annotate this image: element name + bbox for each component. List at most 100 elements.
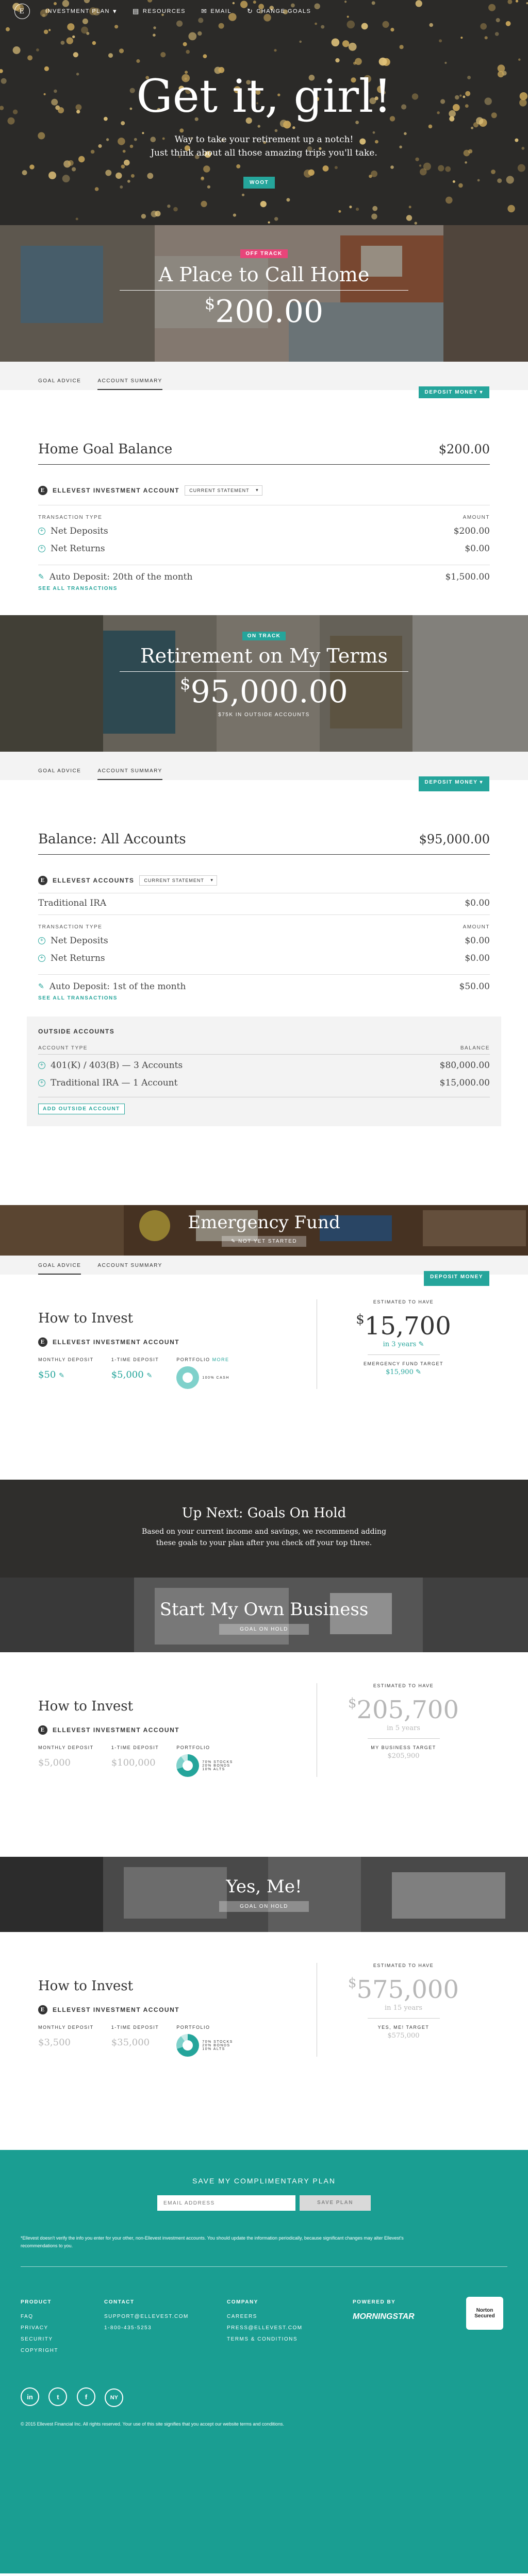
retirement-goal-amount: $95,000.00	[0, 674, 528, 710]
twitter-icon[interactable]: t	[48, 2387, 68, 2406]
footer-link-press[interactable]: PRESS@ELLEVEST.COM	[227, 2323, 353, 2334]
confetti-dot	[151, 210, 158, 217]
save-plan-button[interactable]: SAVE PLAN	[300, 2195, 371, 2211]
up-next-section: Up Next: Goals On Hold Based on your cur…	[0, 1480, 528, 1578]
business-banner: Start My Own Business GOAL ON HOLD	[0, 1578, 528, 1652]
portfolio-donut	[176, 2034, 200, 2057]
tab-account-summary[interactable]: ACCOUNT SUMMARY	[97, 378, 162, 390]
facebook-icon[interactable]: f	[76, 2387, 95, 2406]
auto-deposit-row[interactable]: ✎ Auto Deposit: 20th of the month $1,500.0…	[38, 568, 490, 586]
confetti-dot	[92, 41, 96, 45]
confetti-dot	[477, 179, 480, 182]
footer-link-terms[interactable]: TERMS & CONDITIONS	[227, 2334, 353, 2345]
linkedin-icon[interactable]: in	[21, 2387, 39, 2406]
see-all-transactions-link[interactable]: SEE ALL TRANSACTIONS	[38, 995, 490, 1001]
email-input[interactable]	[157, 2195, 295, 2211]
table-row[interactable]: + Traditional IRA — 1 Account $15,000.00	[38, 1074, 490, 1092]
tab-goal-advice[interactable]: GOAL ADVICE	[38, 768, 81, 780]
footer-link-security[interactable]: SECURITY	[21, 2334, 104, 2345]
confetti-dot	[68, 160, 74, 166]
envelope-icon: ✉	[201, 7, 208, 15]
confetti-dot	[124, 159, 130, 166]
balance-value: $95,000.00	[419, 832, 490, 846]
col-label: MONTHLY DEPOSIT	[38, 1357, 94, 1362]
auto-deposit-row[interactable]: ✎ Auto Deposit: 1st of the month $50.00	[38, 978, 490, 995]
goal-on-hold-button[interactable]: GOAL ON HOLD	[219, 1901, 309, 1912]
nav-investment-plan[interactable]: INVESTMENT PLAN ▾	[45, 7, 117, 15]
plus-icon: +	[38, 955, 45, 962]
estimate-label: ESTIMATED TO HAVE	[373, 1299, 434, 1304]
tab-goal-advice[interactable]: GOAL ADVICE	[38, 1263, 81, 1275]
one-time-deposit: 1-TIME DEPOSIT $35,000	[111, 2025, 159, 2057]
not-yet-started-button[interactable]: ✎ NOT YET STARTED	[222, 1236, 306, 1247]
monthly-deposit-value: $3,500	[38, 2037, 71, 2048]
pencil-icon[interactable]: ✎	[38, 982, 44, 991]
confetti-dot	[460, 37, 463, 39]
col-header: TRANSACTION TYPE	[38, 515, 103, 520]
one-time-deposit: 1-TIME DEPOSIT $5,000 ✎	[111, 1357, 159, 1389]
nav-resources[interactable]: ▤ RESOURCES	[133, 7, 186, 15]
outside-accounts-note: $75K IN OUTSIDE ACCOUNTS	[218, 712, 310, 718]
divider	[21, 2266, 507, 2267]
invest-columns: MONTHLY DEPOSIT $3,500 1-TIME DEPOSIT $35,…	[38, 2025, 317, 2057]
see-all-transactions-link[interactable]: SEE ALL TRANSACTIONS	[38, 586, 490, 591]
confetti-dot	[121, 164, 125, 169]
monthly-deposit-value[interactable]: $50 ✎	[38, 1369, 94, 1380]
table-row[interactable]: + Net Deposits $0.00	[38, 932, 490, 950]
tab-account-summary[interactable]: ACCOUNT SUMMARY	[97, 1263, 162, 1275]
deposit-money-button[interactable]: DEPOSIT MONEY ▾	[418, 386, 489, 398]
footer-link-privacy[interactable]: PRIVACY	[21, 2323, 104, 2334]
woot-button[interactable]: WOOT	[243, 177, 275, 189]
table-row[interactable]: + Net Returns $0.00	[38, 540, 490, 557]
table-row[interactable]: +401(K) / 403(B) — 3 Accounts $80,000.00	[38, 1057, 490, 1074]
monthly-deposit-value: $5,000	[38, 1757, 71, 1768]
account-name: ELLEVEST INVESTMENT ACCOUNT	[53, 487, 180, 494]
statement-select[interactable]: CURRENT STATEMENT	[139, 875, 217, 886]
ellevest-logo[interactable]: E	[14, 4, 30, 19]
footer-link-phone[interactable]: 1-800-435-5253	[104, 2323, 227, 2334]
add-outside-account-button[interactable]: ADD OUTSIDE ACCOUNT	[38, 1104, 125, 1114]
pencil-icon[interactable]: ✎	[38, 573, 44, 581]
norton-badge[interactable]: Norton Secured	[466, 2297, 503, 2330]
balance-value: $200.00	[438, 442, 490, 456]
column-title: PRODUCT	[21, 2299, 52, 2305]
portfolio-note: 70% STOCKS 20% BONDS 10% ALTS	[202, 2040, 233, 2051]
portfolio: PORTFOLIO 70% STOCKS 20% BONDS 10% ALTS	[176, 2025, 233, 2057]
save-plan-title: SAVE MY COMPLIMENTARY PLAN	[192, 2177, 336, 2185]
footer-link-careers[interactable]: CAREERS	[227, 2311, 353, 2323]
confetti-dot	[517, 164, 525, 172]
home-banner-content: OFF TRACK A Place to Call Home $200.00	[0, 248, 528, 330]
deposit-money-button[interactable]: DEPOSIT MONEY	[424, 1271, 489, 1286]
one-time-deposit-value[interactable]: $5,000 ✎	[111, 1369, 159, 1380]
row-label: Net Deposits	[51, 936, 108, 946]
balance-header: Home Goal Balance $200.00	[38, 442, 490, 465]
row-label: 401(K) / 403(B) — 3 Accounts	[51, 1060, 183, 1071]
ny-icon[interactable]: NY	[105, 2388, 124, 2407]
morningstar-logo[interactable]: MORNINGSTAR	[353, 2311, 466, 2323]
confetti-dot	[480, 23, 487, 30]
button-label: DEPOSIT MONEY	[424, 389, 478, 395]
tab-goal-advice[interactable]: GOAL ADVICE	[38, 378, 81, 390]
nav-email[interactable]: ✉ EMAIL	[201, 7, 232, 15]
col-header: AMOUNT	[463, 515, 490, 520]
goal-on-hold-button[interactable]: GOAL ON HOLD	[219, 1624, 309, 1635]
confetti-dot	[203, 54, 207, 58]
nav-change-goals[interactable]: ↻ CHANGE GOALS	[247, 7, 311, 15]
estimate-years[interactable]: in 3 years ✎	[317, 1341, 490, 1348]
statement-select[interactable]: CURRENT STATEMENT	[185, 485, 262, 496]
portfolio-more-link[interactable]: MORE	[212, 1357, 229, 1362]
tab-account-summary[interactable]: ACCOUNT SUMMARY	[97, 768, 162, 780]
footer-link-faq[interactable]: FAQ	[21, 2311, 104, 2323]
disclaimer: *Ellevest doesn't verify the info you en…	[21, 2235, 404, 2248]
balance-header: Balance: All Accounts $95,000.00	[38, 832, 490, 855]
confetti-dot	[201, 177, 205, 181]
confetti-dot	[81, 26, 88, 34]
footer-link-copyright[interactable]: COPYRIGHT	[21, 2345, 104, 2357]
table-row[interactable]: + Net Deposits $200.00	[38, 522, 490, 540]
deposit-money-button[interactable]: DEPOSIT MONEY ▾	[418, 776, 489, 791]
auto-deposit-label: Auto Deposit: 1st of the month	[49, 981, 186, 992]
target-value[interactable]: $15,900 ✎	[317, 1368, 490, 1376]
table-row[interactable]: + Net Returns $0.00	[38, 950, 490, 967]
confetti-dot	[160, 52, 166, 58]
footer-link-support-email[interactable]: SUPPORT@ELLEVEST.COM	[104, 2311, 227, 2323]
